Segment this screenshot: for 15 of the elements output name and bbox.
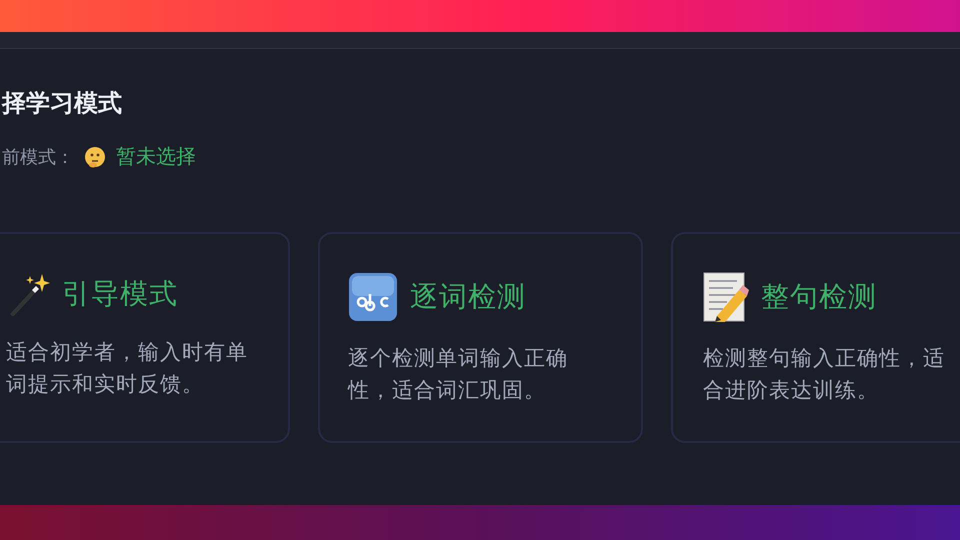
mode-card[interactable]: 引导模式 适合初学者，输入时有单 词提示和实时反馈。	[0, 232, 290, 443]
memo-pencil-icon	[703, 272, 749, 322]
mode-title: 引导模式	[62, 276, 178, 312]
abc-icon	[348, 272, 398, 322]
current-mode-value: 暂未选择	[116, 143, 196, 170]
mode-title: 逐词检测	[410, 279, 526, 315]
mode-card[interactable]: 整句检测 检测整句输入正确性，适 合进阶表达训练。	[671, 232, 960, 443]
current-mode-label: 前模式：	[2, 146, 74, 168]
section-title: 择学习模式	[2, 88, 123, 119]
thinking-face-icon	[84, 146, 106, 168]
mode-description: 逐个检测单词输入正确 性，适合词汇巩固。	[348, 345, 569, 404]
mode-description: 适合初学者，输入时有单 词提示和实时反馈。	[6, 339, 249, 398]
mode-description: 检测整句输入正确性，适 合进阶表达训练。	[703, 345, 946, 404]
mode-title: 整句检测	[761, 279, 877, 315]
mode-card[interactable]: 逐词检测 逐个检测单词输入正确 性，适合词汇巩固。	[318, 232, 643, 443]
